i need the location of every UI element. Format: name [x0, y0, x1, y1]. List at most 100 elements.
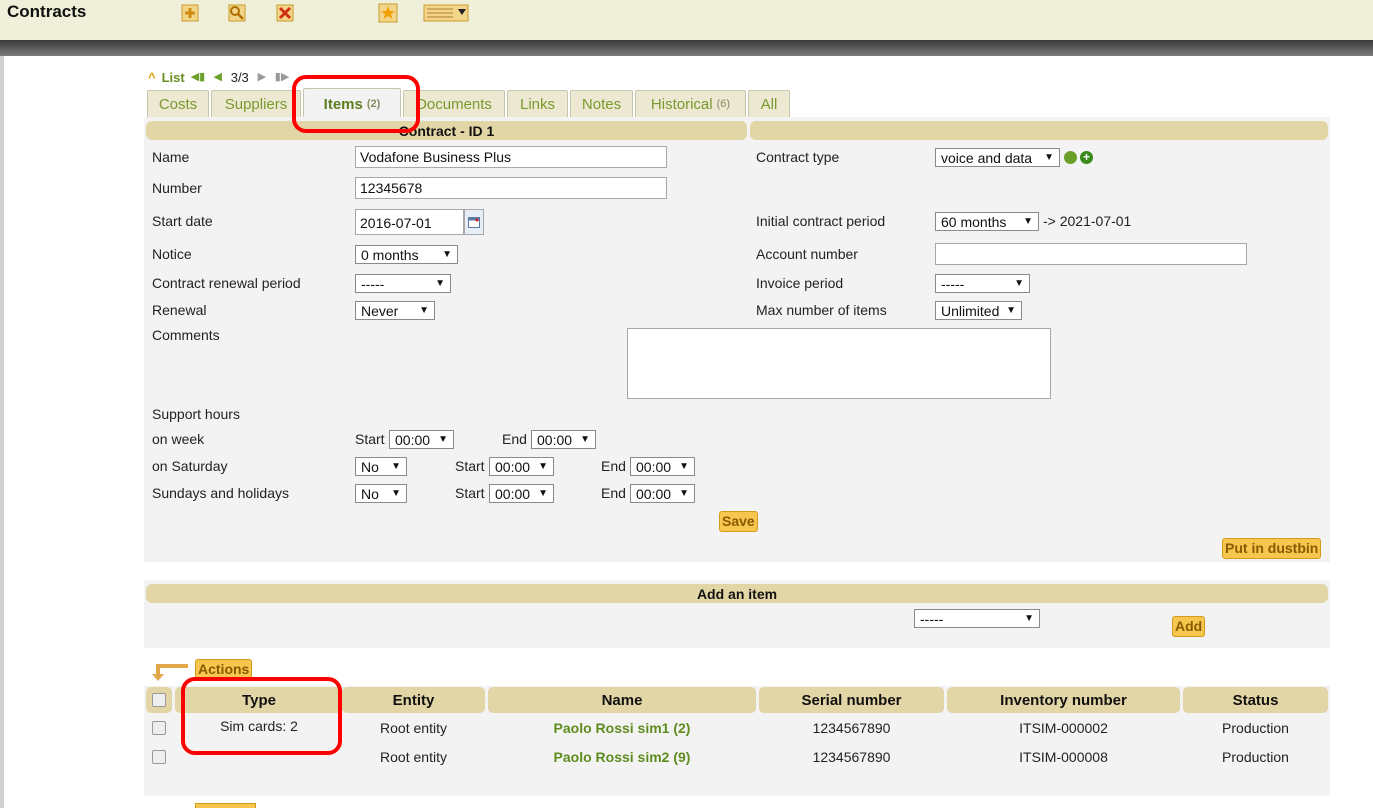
invoice-period-select[interactable]: ----- ▼	[935, 274, 1030, 293]
row-checkbox[interactable]	[152, 750, 166, 764]
search-icon[interactable]	[226, 2, 248, 24]
delete-icon[interactable]	[274, 2, 296, 24]
tab-links[interactable]: Links	[507, 90, 568, 117]
add-dropdown-icon[interactable]: +	[1080, 151, 1093, 164]
row-entity: Root entity	[380, 749, 447, 765]
sunday-start-select[interactable]: 00:00 ▼	[489, 484, 554, 503]
initial-period-label: Initial contract period	[756, 213, 886, 229]
select-all-checkbox[interactable]	[152, 693, 166, 707]
column-entity[interactable]: Entity	[342, 687, 485, 713]
max-items-select[interactable]: Unlimited ▼	[935, 301, 1022, 320]
week-start-label: Start	[355, 431, 385, 447]
highlight-type-column	[181, 677, 342, 755]
week-start-select[interactable]: 00:00 ▼	[389, 430, 454, 449]
notice-label: Notice	[152, 246, 192, 262]
tab-all[interactable]: All	[748, 90, 790, 117]
row-serial: 1234567890	[812, 749, 891, 765]
column-serial-number[interactable]: Serial number	[759, 687, 944, 713]
notice-select[interactable]: 0 months ▼	[355, 245, 458, 264]
row-serial: 1234567890	[812, 720, 891, 736]
tab-suppliers[interactable]: Suppliers	[211, 90, 301, 117]
list-up-icon[interactable]: ^	[148, 70, 156, 85]
calendar-icon[interactable]	[464, 209, 484, 235]
record-navigation: ^ List ◀▮ ◀ 3/3 ▶ ▮▶	[148, 68, 289, 86]
page-title: Contracts	[7, 2, 87, 21]
column-inventory-number[interactable]: Inventory number	[947, 687, 1180, 713]
comments-textarea[interactable]	[627, 328, 1051, 399]
start-date-field[interactable]: 2016-07-01	[355, 209, 464, 235]
add-icon[interactable]	[179, 2, 201, 24]
initial-period-end: -> 2021-07-01	[1043, 213, 1132, 229]
header-divider	[0, 40, 1373, 56]
row-status: Production	[1222, 749, 1289, 765]
first-record-icon[interactable]: ◀▮	[191, 71, 206, 83]
account-number-label: Account number	[756, 246, 858, 262]
top-toolbar	[0, 0, 1373, 40]
name-field[interactable]: Vodafone Business Plus	[355, 146, 667, 168]
sunday-enabled-select[interactable]: No ▼	[355, 484, 407, 503]
tab-notes[interactable]: Notes	[570, 90, 633, 117]
put-in-dustbin-button[interactable]: Put in dustbin	[1222, 538, 1322, 559]
column-status[interactable]: Status	[1183, 687, 1328, 713]
columns-icon[interactable]	[423, 2, 469, 24]
row-name-link[interactable]: Paolo Rossi sim1 (2)	[488, 720, 756, 736]
contract-type-select[interactable]: voice and data ▼	[935, 148, 1060, 167]
name-label: Name	[152, 149, 190, 165]
favorite-icon[interactable]	[377, 2, 399, 24]
saturday-enabled-select[interactable]: No ▼	[355, 457, 407, 476]
sunday-end-select[interactable]: 00:00 ▼	[630, 484, 695, 503]
saturday-end-select[interactable]: 00:00 ▼	[630, 457, 695, 476]
invoice-period-label: Invoice period	[756, 275, 844, 291]
saturday-label: on Saturday	[152, 458, 228, 474]
actions-arrow-icon	[150, 662, 190, 682]
previous-record-icon[interactable]: ◀	[211, 71, 225, 83]
item-type-select[interactable]: ----- ▼	[914, 609, 1040, 628]
record-position: 3/3	[230, 69, 249, 85]
list-link[interactable]: List	[162, 70, 185, 85]
renewal-label: Renewal	[152, 302, 207, 318]
row-status: Production	[1222, 720, 1289, 736]
saturday-start-label: Start	[455, 458, 485, 474]
support-hours-label: Support hours	[152, 406, 240, 422]
contract-type-label: Contract type	[756, 149, 840, 165]
last-record-icon: ▮▶	[274, 71, 290, 83]
account-number-field[interactable]	[935, 243, 1247, 265]
renewal-select[interactable]: Never ▼	[355, 301, 435, 320]
initial-period-select[interactable]: 60 months ▼	[935, 212, 1039, 231]
tab-costs[interactable]: Costs	[147, 90, 209, 117]
sunday-start-label: Start	[455, 485, 485, 501]
comments-label: Comments	[152, 327, 220, 343]
sunday-end-label: End	[601, 485, 626, 501]
row-inventory: ITSIM-000008	[1019, 749, 1108, 765]
contract-header-right	[750, 121, 1328, 140]
week-label: on week	[152, 431, 205, 447]
sunday-label: Sundays and holidays	[152, 485, 289, 501]
bottom-actions-button[interactable]	[195, 803, 256, 808]
week-end-select[interactable]: 00:00 ▼	[531, 430, 596, 449]
number-field[interactable]: 12345678	[355, 177, 667, 199]
start-date-label: Start date	[152, 213, 213, 229]
next-record-icon: ▶	[257, 71, 267, 83]
add-item-header: Add an item	[146, 584, 1328, 603]
highlight-items-tab	[292, 75, 420, 133]
max-items-label: Max number of items	[756, 302, 887, 318]
number-label: Number	[152, 180, 202, 196]
row-name-link[interactable]: Paolo Rossi sim2 (9)	[488, 749, 756, 765]
renewal-period-select[interactable]: ----- ▼	[355, 274, 451, 293]
row-checkbox[interactable]	[152, 721, 166, 735]
renewal-period-label: Contract renewal period	[152, 275, 301, 291]
add-item-button[interactable]: Add	[1172, 616, 1206, 637]
saturday-start-select[interactable]: 00:00 ▼	[489, 457, 554, 476]
row-inventory: ITSIM-000002	[1019, 720, 1108, 736]
week-end-label: End	[502, 431, 527, 447]
edit-dropdown-icon[interactable]	[1064, 151, 1077, 164]
row-entity: Root entity	[380, 720, 447, 736]
column-name[interactable]: Name	[488, 687, 756, 713]
contract-header: Contract - ID 1	[146, 121, 747, 140]
left-border	[0, 56, 4, 808]
bottom-actions-arrow-icon	[150, 802, 190, 808]
save-button[interactable]: Save	[719, 511, 758, 532]
saturday-end-label: End	[601, 458, 626, 474]
select-all-header	[146, 687, 172, 713]
tab-historical[interactable]: Historical (6)	[635, 90, 746, 117]
